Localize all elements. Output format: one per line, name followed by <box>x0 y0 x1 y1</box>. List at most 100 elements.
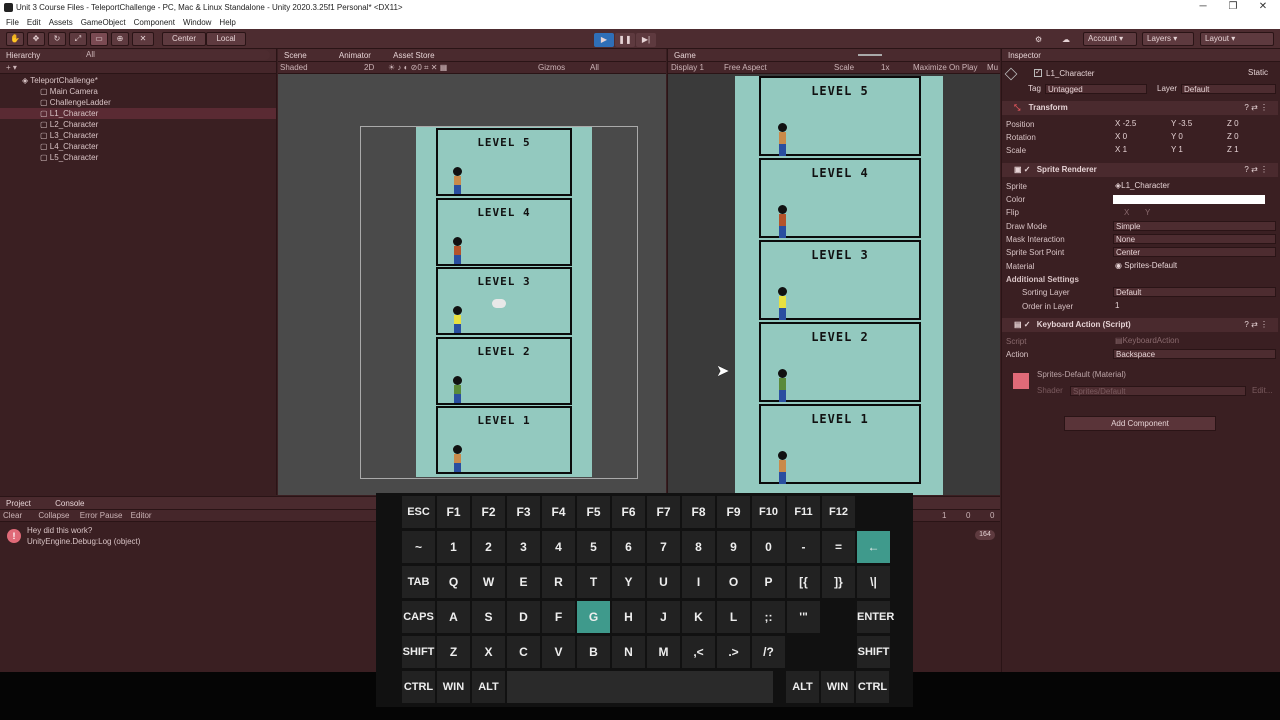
console-message-line1[interactable]: Hey did this work? <box>27 526 92 535</box>
layout-dropdown[interactable]: Layout ▾ <box>1200 32 1274 46</box>
key-symbol[interactable]: ← <box>857 531 890 563</box>
flip-y-checkbox[interactable]: Y <box>1145 206 1150 219</box>
key-4[interactable]: 4 <box>542 531 575 563</box>
key-S[interactable]: S <box>472 601 505 633</box>
key-F12[interactable]: F12 <box>822 496 855 528</box>
scene-search-input[interactable]: All <box>590 62 599 74</box>
hand-tool-icon[interactable]: ✋ <box>6 32 24 46</box>
key-F8[interactable]: F8 <box>682 496 715 528</box>
key-O[interactable]: O <box>717 566 750 598</box>
flip-x-checkbox[interactable]: X <box>1124 206 1129 219</box>
key-symbol[interactable]: \| <box>857 566 890 598</box>
inspector-tab[interactable]: Inspector <box>1002 49 1280 62</box>
key-symbol[interactable]: /? <box>752 636 785 668</box>
maximize-icon[interactable]: ❐ <box>1218 0 1248 14</box>
object-name-field[interactable]: L1_Character <box>1044 69 1232 79</box>
error-count[interactable]: 0 <box>990 510 994 522</box>
key-ESC[interactable]: ESC <box>402 496 435 528</box>
key-F5[interactable]: F5 <box>577 496 610 528</box>
mask-dropdown[interactable]: None <box>1113 234 1276 244</box>
key-A[interactable]: A <box>437 601 470 633</box>
key-symbol[interactable]: = <box>822 531 855 563</box>
mode-2d-toggle[interactable]: 2D <box>364 62 374 74</box>
key-symbol[interactable]: [{ <box>787 566 820 598</box>
scale-z-field[interactable]: Z 1 <box>1225 145 1275 155</box>
key-2[interactable]: 2 <box>472 531 505 563</box>
active-checkbox[interactable]: ✓ <box>1034 69 1042 77</box>
error-pause-toggle[interactable]: Error Pause <box>80 511 123 520</box>
info-count[interactable]: 0 <box>966 510 970 522</box>
additional-settings-row[interactable]: Additional Settings <box>1006 273 1276 286</box>
key-F9[interactable]: F9 <box>717 496 750 528</box>
close-icon[interactable]: ✕ <box>1248 0 1278 14</box>
rect-tool-icon[interactable]: ▭ <box>90 32 108 46</box>
key-Z[interactable]: Z <box>437 636 470 668</box>
static-toggle[interactable]: Static <box>1248 68 1268 77</box>
key-space[interactable] <box>507 671 773 703</box>
key-U[interactable]: U <box>647 566 680 598</box>
key-F3[interactable]: F3 <box>507 496 540 528</box>
tab-console[interactable]: Console <box>55 499 84 508</box>
collapse-toggle[interactable]: Collapse <box>38 511 69 520</box>
scale-tool-icon[interactable]: ⤢ <box>69 32 87 46</box>
key-F2[interactable]: F2 <box>472 496 505 528</box>
key-0[interactable]: 0 <box>752 531 785 563</box>
scale-x-field[interactable]: X 1 <box>1113 145 1165 155</box>
key-Y[interactable]: Y <box>612 566 645 598</box>
rotation-y-field[interactable]: Y 0 <box>1169 132 1221 142</box>
key-V[interactable]: V <box>542 636 575 668</box>
key-CTRL[interactable]: CTRL <box>402 671 435 703</box>
menu-component[interactable]: Component <box>134 18 175 27</box>
key-TAB[interactable]: TAB <box>402 566 435 598</box>
key-D[interactable]: D <box>507 601 540 633</box>
hierarchy-item-l4-character[interactable]: ▢ L4_Character <box>0 141 276 152</box>
hierarchy-item-challenge-ladder[interactable]: ▢ ChallengeLadder <box>0 97 276 108</box>
key-I[interactable]: I <box>682 566 715 598</box>
minimize-icon[interactable]: ─ <box>1188 0 1218 14</box>
key-5[interactable]: 5 <box>577 531 610 563</box>
key-T[interactable]: T <box>577 566 610 598</box>
key-symbol[interactable]: ;: <box>752 601 785 633</box>
hierarchy-item-l3-character[interactable]: ▢ L3_Character <box>0 130 276 141</box>
key-Q[interactable]: Q <box>437 566 470 598</box>
collab-icon[interactable]: ⚙ <box>1035 33 1042 47</box>
key-ALT[interactable]: ALT <box>786 671 819 703</box>
aspect-dropdown[interactable]: Free Aspect <box>724 62 767 74</box>
key-F4[interactable]: F4 <box>542 496 575 528</box>
key-F11[interactable]: F11 <box>787 496 820 528</box>
key-C[interactable]: C <box>507 636 540 668</box>
draw-mode-dropdown[interactable]: Simple <box>1113 221 1276 231</box>
shader-dropdown[interactable]: Sprites/Default <box>1070 386 1246 396</box>
key-F10[interactable]: F10 <box>752 496 785 528</box>
key-3[interactable]: 3 <box>507 531 540 563</box>
hierarchy-search-input[interactable]: All <box>80 50 270 60</box>
transform-header[interactable]: ⤡ Transform ? ⇄ ⋮ <box>1002 101 1278 115</box>
menu-help[interactable]: Help <box>219 18 235 27</box>
menu-assets[interactable]: Assets <box>49 18 73 27</box>
sprite-field[interactable]: ◈L1_Character <box>1113 181 1276 191</box>
tag-dropdown[interactable]: Untagged <box>1045 84 1147 94</box>
key-symbol[interactable]: - <box>787 531 820 563</box>
scale-slider[interactable] <box>858 54 882 56</box>
key-F6[interactable]: F6 <box>612 496 645 528</box>
custom-tool-icon[interactable]: ✕ <box>132 32 154 46</box>
hierarchy-item-l2-character[interactable]: ▢ L2_Character <box>0 119 276 130</box>
material-field[interactable]: ◉ Sprites-Default <box>1113 261 1276 271</box>
mute-toggle[interactable]: Mu <box>987 62 998 74</box>
lighting-icon[interactable]: ☀ ♪ ◐ ⊘0 ⌗ ✕ ▦ <box>388 62 447 74</box>
key-WIN[interactable]: WIN <box>437 671 470 703</box>
scale-y-field[interactable]: Y 1 <box>1169 145 1221 155</box>
key-F1[interactable]: F1 <box>437 496 470 528</box>
tab-asset-store[interactable]: Asset Store <box>393 51 434 60</box>
pause-button[interactable]: ❚❚ <box>615 33 635 47</box>
shader-edit-button[interactable]: Edit... <box>1252 386 1272 395</box>
step-button[interactable]: ▶| <box>636 33 656 47</box>
component-menu-icon[interactable]: ? ⇄ ⋮ <box>1244 163 1268 177</box>
key-N[interactable]: N <box>612 636 645 668</box>
tab-project[interactable]: Project <box>6 499 31 508</box>
key-E[interactable]: E <box>507 566 540 598</box>
key-F[interactable]: F <box>542 601 575 633</box>
position-z-field[interactable]: Z 0 <box>1225 119 1275 129</box>
sort-point-dropdown[interactable]: Center <box>1113 247 1276 257</box>
key-H[interactable]: H <box>612 601 645 633</box>
